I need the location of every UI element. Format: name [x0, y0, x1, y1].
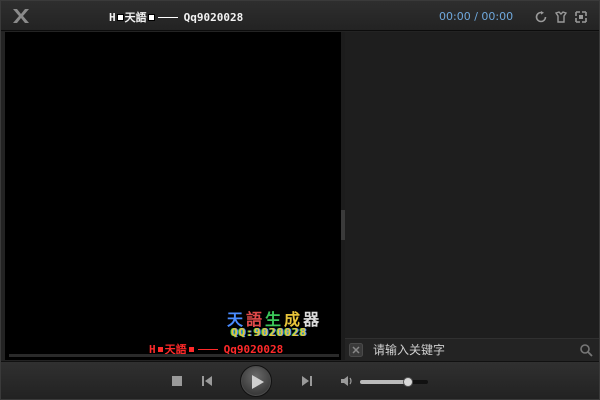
search-input[interactable]: [373, 341, 563, 358]
control-bar: [1, 361, 599, 399]
watermark-char: 成: [284, 310, 301, 329]
volume-fill: [360, 380, 408, 384]
watermark-title: 天 語 生 成 器: [227, 306, 337, 329]
previous-icon[interactable]: [201, 375, 213, 387]
app-logo-icon[interactable]: [11, 6, 31, 26]
title-bar[interactable]: H 天語 Qq9020028 00:00 / 00:00: [1, 1, 599, 31]
time-display: 00:00 / 00:00: [439, 10, 513, 23]
next-icon[interactable]: [301, 375, 313, 387]
player-window: H 天語 Qq9020028 00:00 / 00:00 天 語 生 成 器 Q…: [0, 0, 600, 400]
playlist-panel[interactable]: [345, 32, 599, 360]
watermark-char: 生: [265, 310, 282, 329]
stop-icon[interactable]: [171, 375, 183, 387]
search-bar: [345, 338, 599, 360]
volume-knob[interactable]: [402, 377, 413, 387]
time-current: 00:00: [439, 10, 471, 23]
video-area[interactable]: 天 語 生 成 器 QQ:9020028 H 天語 Qq9020028: [5, 32, 341, 360]
watermark-char: 天: [227, 310, 244, 329]
play-button[interactable]: [240, 365, 272, 397]
volume-slider[interactable]: [360, 380, 428, 384]
clear-icon[interactable]: [349, 342, 363, 357]
skin-icon[interactable]: [555, 11, 567, 23]
time-separator: /: [474, 10, 478, 23]
watermark-char: 語: [246, 310, 263, 329]
fullscreen-icon[interactable]: [575, 11, 587, 23]
refresh-icon[interactable]: [535, 11, 547, 23]
title-contact: Qq9020028: [183, 10, 244, 24]
time-total: 00:00: [481, 10, 514, 23]
watermark-char: 器: [303, 310, 320, 329]
seek-bar[interactable]: [9, 354, 339, 357]
watermark-qq: QQ:9020028: [231, 326, 308, 339]
play-icon: [252, 375, 264, 389]
volume-icon[interactable]: [340, 375, 354, 387]
title-brand: H 天語: [109, 9, 178, 25]
search-icon[interactable]: [579, 343, 593, 357]
window-title: H 天語 Qq9020028: [109, 9, 243, 25]
